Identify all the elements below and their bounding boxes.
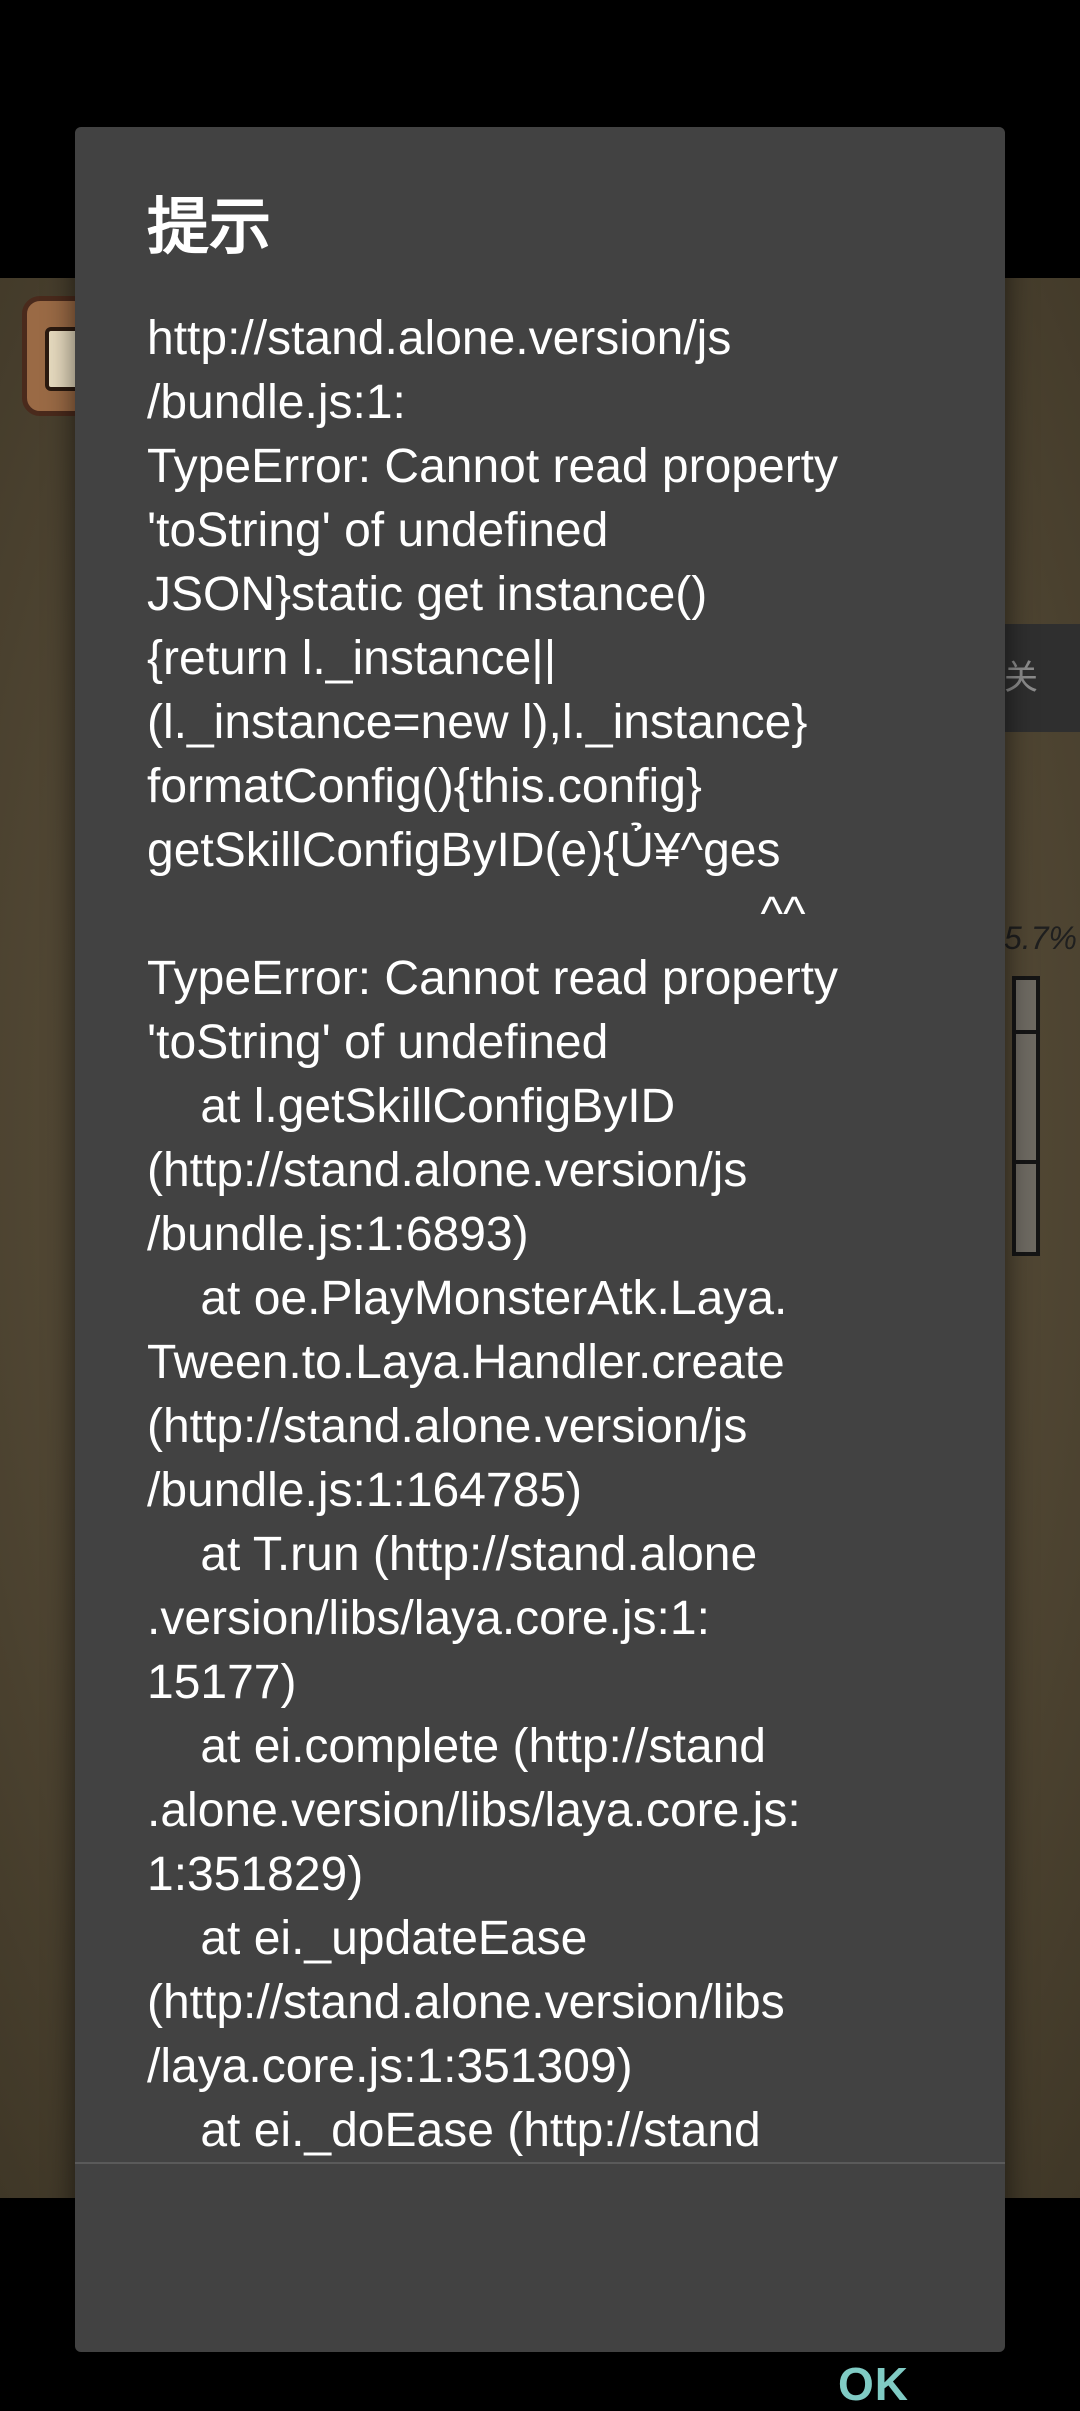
error-dialog: 提示 http://stand.alone.version/js /bundle… xyxy=(75,127,1005,2410)
side-progress-bar xyxy=(1012,976,1040,1256)
side-percent-label: 5.7% xyxy=(1004,920,1077,956)
dialog-divider xyxy=(75,2162,1005,2164)
ok-button[interactable]: OK xyxy=(838,2357,909,2411)
dialog-message: http://stand.alone.version/js /bundle.js… xyxy=(147,312,839,2157)
side-tab: 关 xyxy=(1000,624,1080,732)
dialog-title: 提示 xyxy=(147,193,272,262)
